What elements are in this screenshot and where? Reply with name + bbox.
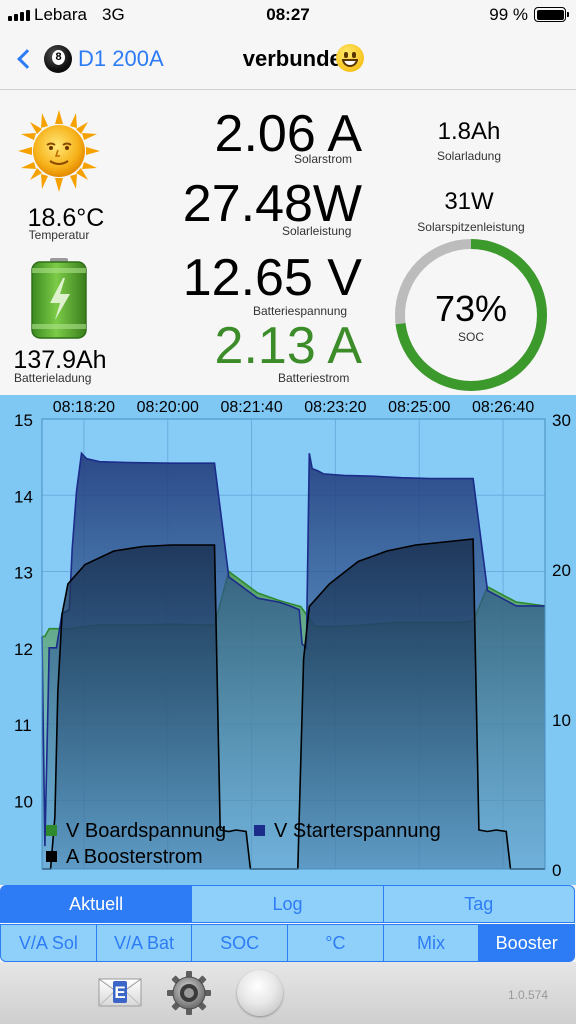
app-version: 1.0.574	[507, 988, 548, 1002]
view-tab-1[interactable]: V/A Bat	[95, 924, 193, 962]
view-tab-4[interactable]: Mix	[382, 924, 480, 962]
x-tick-label: 08:18:20	[53, 399, 115, 416]
view-tab-3[interactable]: °C	[287, 924, 384, 962]
battery-charge-label: Batterieladung	[14, 371, 92, 385]
view-tab-5[interactable]: Booster	[478, 924, 576, 962]
period-tab-2[interactable]: Tag	[382, 885, 575, 923]
x-tick-label: 08:21:40	[220, 399, 282, 416]
settings-gear-icon[interactable]	[166, 970, 212, 1016]
solar-peak-label: Solarspitzenleistung	[417, 220, 525, 234]
battery-percent: 99 %	[489, 5, 528, 24]
solar-charge-value: 1.8Ah	[437, 118, 501, 145]
booster-chart[interactable]: 15 14 13 12 11 10 30 20 10 0 08:18:20 08:20:00 08:21…	[0, 395, 576, 885]
y-right-tick-label: 0	[552, 861, 561, 880]
mail-icon[interactable]: E	[98, 976, 142, 1008]
back-button-label: D1 200A	[78, 46, 164, 71]
eight-ball-icon	[44, 45, 72, 73]
period-tab-1[interactable]: Log	[191, 885, 384, 923]
status-bar: Lebara 3G 08:27 99 %	[0, 0, 576, 30]
legend-label: V Boardspannung	[66, 820, 226, 842]
smiley-icon	[336, 44, 364, 72]
bottom-toolbar: E 1.0.574	[0, 962, 576, 1024]
temperature-label: Temperatur	[28, 228, 90, 242]
y-left-tick-label: 13	[14, 564, 33, 583]
readings-panel: 18.6°C Temperatur 137.9Ah Batterieladung…	[0, 90, 576, 395]
battery-voltage-value: 12.65 V	[182, 249, 362, 307]
solar-charge-label: Solarladung	[436, 149, 502, 163]
x-tick-label: 08:26:40	[472, 399, 534, 416]
legend-swatch	[46, 851, 57, 862]
solar-peak-value: 31W	[444, 188, 494, 215]
y-left-tick-label: 10	[14, 792, 33, 811]
chevron-left-icon	[17, 49, 37, 69]
y-left-tick-label: 11	[14, 716, 32, 735]
back-button[interactable]: D1 200A	[14, 40, 164, 78]
chart-area[interactable]: 15 14 13 12 11 10 30 20 10 0 08:18:20 08:20:00 08:21…	[0, 395, 576, 885]
view-tab-0[interactable]: V/A Sol	[0, 924, 97, 962]
navigation-bar: verbunden D1 200A	[0, 30, 576, 90]
svg-text:E: E	[114, 983, 125, 1002]
y-left-tick-label: 15	[14, 411, 33, 430]
solar-power-value: 27.48W	[182, 175, 362, 233]
x-tick-label: 08:23:20	[304, 399, 366, 416]
x-tick-label: 08:20:00	[137, 399, 199, 416]
y-left-tick-label: 12	[14, 640, 33, 659]
solar-current-label: Solarstrom	[294, 152, 353, 166]
battery-current-value: 2.13 A	[214, 317, 362, 375]
view-tabs: V/A Sol V/A Bat SOC °C Mix Booster	[0, 924, 576, 964]
x-tick-label: 08:25:00	[388, 399, 450, 416]
period-tabs: Aktuell Log Tag	[0, 885, 576, 925]
legend-swatch	[254, 825, 265, 836]
round-button[interactable]	[237, 970, 283, 1016]
soc-label: SOC	[457, 330, 484, 344]
solar-power-label: Solarleistung	[282, 224, 352, 238]
y-left-tick-label: 14	[14, 487, 33, 506]
legend-label: A Boosterstrom	[66, 846, 203, 868]
battery-current-label: Batteriestrom	[278, 371, 350, 385]
legend-swatch	[46, 825, 57, 836]
y-right-tick-label: 30	[552, 411, 571, 430]
period-tab-0[interactable]: Aktuell	[0, 885, 193, 923]
view-tab-2[interactable]: SOC	[191, 924, 289, 962]
battery-icon	[534, 7, 569, 22]
y-right-tick-label: 20	[552, 561, 571, 580]
soc-value: 73%	[434, 288, 508, 329]
legend-label: V Starterspannung	[274, 820, 441, 842]
y-right-tick-label: 10	[552, 711, 571, 730]
battery-voltage-label: Batteriespannung	[253, 304, 348, 318]
